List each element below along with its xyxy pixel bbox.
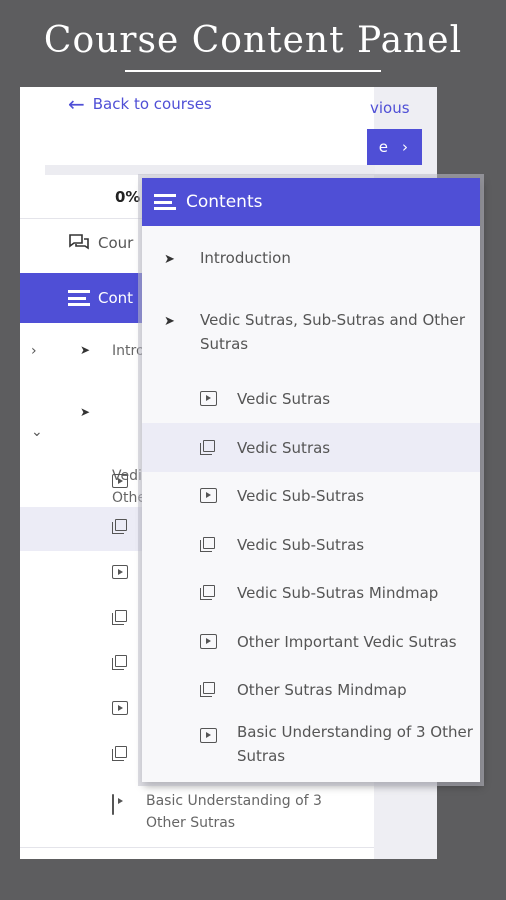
lesson-item[interactable]: Vedic Sutras [142,374,480,423]
document-icon [112,610,128,625]
list-item-label[interactable]: Basic Understanding of 3 Other Sutras [146,790,322,834]
chevron-right-icon: › [31,343,37,359]
video-icon [200,391,217,406]
arrow-left-icon: ← [68,92,85,116]
lesson-item[interactable]: Other Important Vedic Sutras [142,617,480,666]
video-icon [200,488,217,503]
document-icon [200,440,217,455]
lesson-item[interactable]: Basic Understanding of 3 Other Sutras [142,714,480,774]
document-icon [200,682,217,697]
lesson-label: Vedic Sub-Sutras Mindmap [237,583,439,602]
video-icon [112,565,128,579]
section-label: Vedic Sutras, Sub-Sutras and Other Sutra… [200,311,466,353]
contents-panel: Contents ➤ Introduction ➤ Vedic Sutras, … [142,178,480,782]
back-link-label: Back to courses [92,95,212,113]
chevron-right-icon: › [402,138,408,156]
video-icon [112,701,128,715]
section-label: Introduction [200,249,291,267]
lesson-item[interactable]: Vedic Sub-Sutras [142,520,480,569]
progress-bar [45,165,375,175]
lesson-label: Basic Understanding of 3 Other Sutras [237,723,473,765]
lesson-label: Vedic Sutras [237,438,331,457]
section-introduction[interactable]: ➤ Introduction [142,246,480,272]
document-icon [112,746,128,761]
section-label: Intro [112,343,145,359]
section-vedic-sutras[interactable]: ➤ Vedic Sutras, Sub-Sutras and Other Sut… [142,308,480,358]
headline-underline [125,70,381,72]
document-icon [112,519,128,534]
next-button[interactable]: e › [367,129,422,165]
document-icon [112,655,128,670]
lesson-item[interactable]: Vedic Sub-Sutras Mindmap [142,568,480,617]
lesson-label: Vedic Sub-Sutras [237,535,365,554]
tab-contents-label: Cont [98,289,134,307]
tab-course-label: Cour [98,234,134,252]
promo-headline: Course Content Panel [43,20,463,61]
chat-icon [69,234,89,250]
video-icon [112,474,128,488]
list-icon [154,194,176,210]
video-icon [200,728,217,743]
list-icon [68,290,90,306]
document-icon [200,585,217,600]
section-marker-icon: ➤ [80,343,91,357]
divider [20,847,374,848]
section-marker-icon: ➤ [164,252,175,267]
section-marker-icon: ➤ [164,314,175,329]
next-button-label: e [378,138,388,156]
progress-percent: 0% [115,188,141,206]
lesson-label: Other Important Vedic Sutras [237,632,457,651]
lesson-item[interactable]: Other Sutras Mindmap [142,665,480,714]
video-icon [112,794,114,815]
previous-button[interactable]: vious [370,99,410,117]
tab-course[interactable]: Cour [68,233,133,253]
lesson-label: Vedic Sutras [237,389,331,408]
lesson-item[interactable]: Vedic Sutras [142,423,480,472]
chevron-down-icon: ⌄ [31,424,43,440]
section-marker-icon: ➤ [80,405,91,419]
contents-panel-header: Contents [142,178,480,226]
lesson-label: Vedic Sub-Sutras [237,486,365,505]
document-icon [200,537,217,552]
lesson-label: Other Sutras Mindmap [237,680,407,699]
panel-title: Contents [186,192,263,212]
back-to-courses-link[interactable]: ← Back to courses [68,94,212,114]
video-icon [200,634,217,649]
lesson-item[interactable]: Vedic Sub-Sutras [142,471,480,520]
